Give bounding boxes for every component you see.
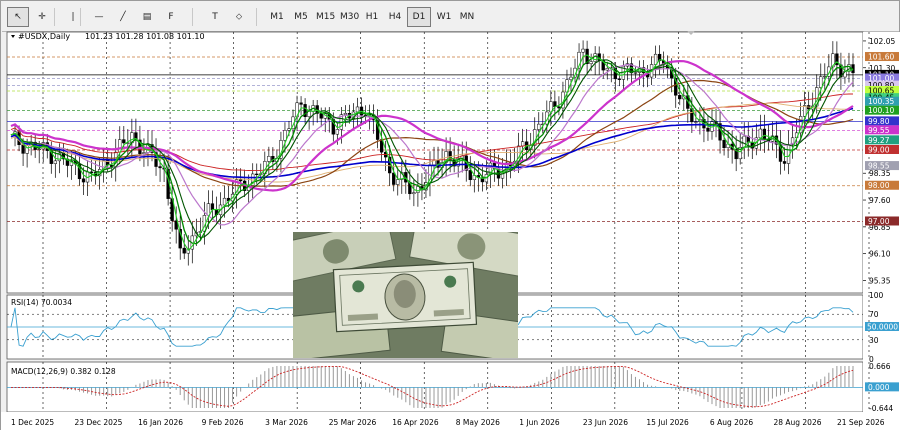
candle-body	[581, 48, 585, 53]
price-tag-label: 98.00	[868, 181, 890, 190]
candle-body	[823, 76, 827, 78]
candle-body	[569, 76, 573, 80]
candle-body	[53, 160, 57, 164]
date-label: 3 Mar 2026	[265, 418, 308, 427]
dollar-bills-photo	[293, 232, 518, 358]
price-tag-label: 100.10	[868, 106, 894, 115]
candle-body	[222, 197, 227, 206]
candle-body	[617, 78, 621, 80]
date-label: 1 Jun 2026	[519, 418, 560, 427]
candle-body	[633, 72, 638, 74]
candle-body	[158, 166, 162, 169]
candle-body	[722, 139, 726, 149]
candle-body	[238, 179, 243, 182]
candle-body	[416, 186, 420, 193]
macd-label: MACD(12,26,9) 0.382 0.128	[11, 367, 116, 376]
candle-body	[706, 127, 710, 132]
date-label: 28 Aug 2026	[773, 418, 821, 427]
price-tick-label: 102.05	[869, 37, 895, 46]
price-tick-label: 97.60	[869, 196, 891, 205]
date-label: 6 Aug 2026	[710, 418, 753, 427]
candle-body	[782, 161, 787, 164]
rsi-axis-label: 70	[869, 310, 879, 319]
date-label: 8 May 2026	[456, 418, 500, 427]
candle-body	[319, 113, 323, 119]
candle-body	[210, 203, 215, 210]
candle-body	[21, 144, 25, 154]
rsi-axis-label: 30	[869, 336, 879, 345]
chart-ohlc: 101.23 101.28 101.08 101.10	[85, 32, 205, 41]
chart-area[interactable]: 1 Dec 2025 23 Dec 2025 16 Jan 2026 9 Feb 20…	[1, 1, 900, 431]
candle-body	[605, 68, 609, 71]
candle-body	[694, 121, 698, 123]
price-tag-label: 99.00	[868, 145, 890, 154]
candle-body	[122, 139, 126, 144]
date-label: 16 Jan 2026	[138, 418, 183, 427]
candle-body	[267, 156, 271, 162]
candle-body	[762, 128, 767, 140]
price-tick-label: 96.10	[869, 250, 891, 259]
price-tick-label: 95.35	[869, 276, 891, 285]
candle-body	[283, 130, 287, 141]
price-tag-label: 99.55	[868, 126, 890, 135]
candle-body	[396, 179, 400, 185]
terminal-window: ↖ ✛ | — ╱ ▤ F T ⬦ M1 M5 M15 M30 H1 H4 D1 W1 MN 1 Dec 2025…	[0, 0, 900, 430]
candle-body	[758, 128, 762, 139]
rsi-axis-label: 50.0000	[867, 323, 898, 332]
macd-axis-label: 0.666	[869, 362, 891, 371]
rsi-label: RSI(14) 70.0034	[11, 298, 72, 307]
candle-body	[81, 178, 86, 183]
candle-body	[206, 203, 211, 216]
date-label: 23 Jun 2026	[583, 418, 628, 427]
candle-body	[355, 106, 360, 113]
price-tag-label: 101.60	[868, 53, 894, 62]
candle-body	[335, 129, 339, 135]
candle-body	[520, 141, 525, 147]
candle-body	[593, 53, 597, 62]
candle-body	[678, 95, 682, 100]
rsi-axis-label: 100	[869, 291, 884, 300]
candle-body	[299, 102, 303, 105]
price-tag-label: 97.00	[868, 217, 890, 226]
macd-axis-label: 0.000	[868, 383, 890, 392]
time-scale	[1, 412, 900, 430]
date-label: 23 Dec 2025	[75, 418, 123, 427]
date-label: 15 Jul 2026	[646, 418, 689, 427]
candle-body	[37, 148, 41, 151]
chart-symbol: #USDX,Daily	[18, 32, 70, 41]
price-tag-label: 99.80	[868, 117, 890, 126]
price-tag-label: 99.27	[868, 136, 890, 145]
date-label: 25 Mar 2026	[329, 418, 377, 427]
candle-body	[589, 61, 593, 64]
candle-body	[412, 192, 416, 195]
price-tag-label: 98.55	[868, 162, 890, 171]
date-label: 21 Sep 2026	[837, 418, 885, 427]
candle-body	[255, 173, 259, 176]
candle-body	[537, 123, 541, 130]
price-tag-label: 100.35	[868, 97, 894, 106]
macd-axis-label: -0.644	[869, 404, 893, 413]
candle-body	[819, 76, 823, 88]
candle-body	[653, 53, 658, 65]
date-label: 9 Feb 2026	[202, 418, 244, 427]
candle-body	[468, 170, 472, 180]
candle-body	[307, 111, 311, 118]
candle-body	[182, 247, 186, 254]
candle-body	[392, 172, 396, 185]
candle-body	[343, 112, 348, 115]
date-label: 1 Dec 2025	[11, 418, 54, 427]
date-label: 16 Apr 2026	[392, 418, 439, 427]
candle-body	[142, 152, 146, 154]
